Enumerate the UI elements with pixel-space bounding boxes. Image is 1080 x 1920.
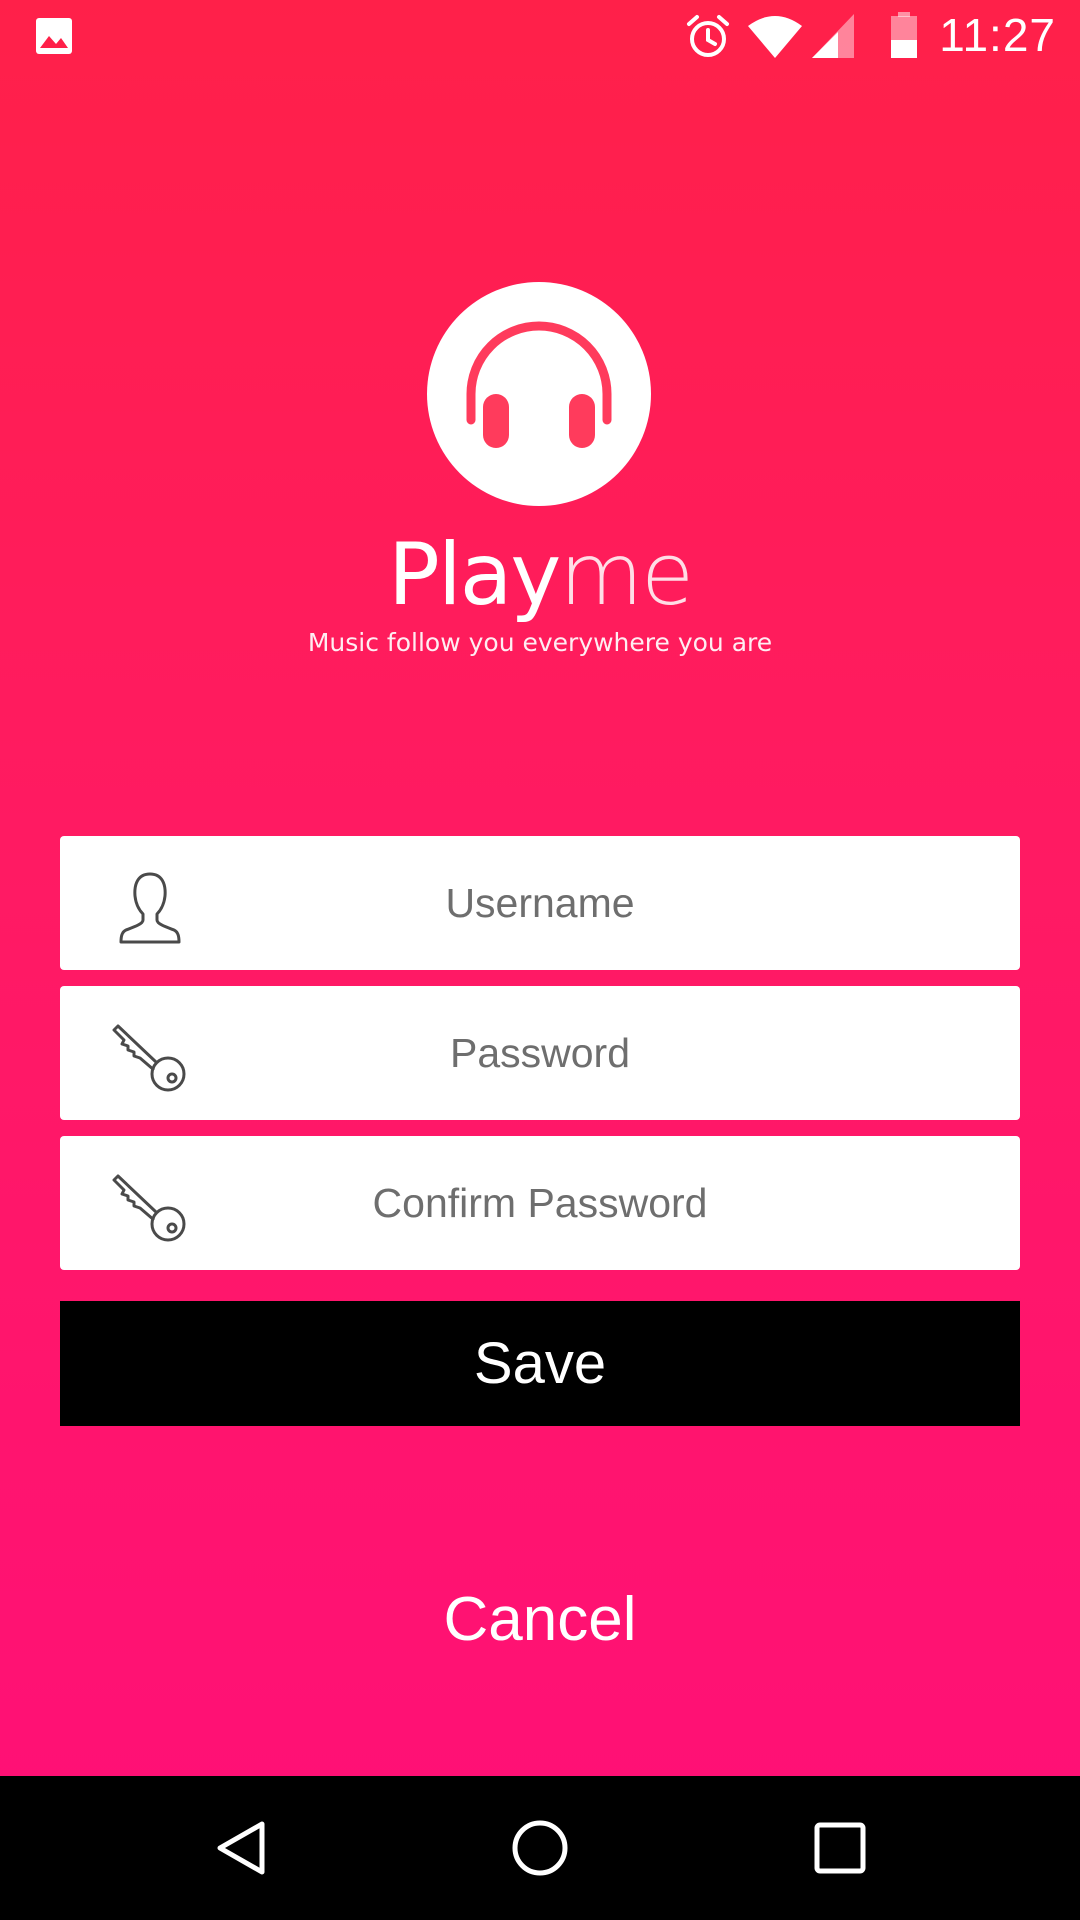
status-bar: 11:27	[0, 0, 1080, 75]
battery-icon	[891, 12, 917, 58]
wifi-icon	[748, 16, 802, 58]
app-name: Playme	[0, 525, 1080, 625]
alarm-icon	[687, 15, 729, 57]
username-field[interactable]: Username	[60, 836, 1020, 970]
recents-icon[interactable]	[812, 1820, 868, 1876]
confirm-password-field[interactable]: Confirm Password	[60, 1136, 1020, 1270]
save-button[interactable]: Save	[60, 1301, 1020, 1426]
app-name-part2: me	[559, 525, 694, 625]
cancel-button[interactable]: Cancel	[340, 1580, 740, 1660]
status-time: 11:27	[939, 9, 1056, 61]
navigation-bar	[0, 1776, 1080, 1920]
cell-signal-icon	[812, 14, 854, 58]
password-placeholder: Password	[449, 1030, 630, 1076]
app-name-part1: Play	[387, 525, 561, 625]
app-tagline: Music follow you everywhere you are	[307, 628, 773, 657]
confirm-password-placeholder: Confirm Password	[372, 1180, 708, 1226]
image-notification-icon	[36, 18, 72, 54]
username-placeholder: Username	[445, 880, 635, 926]
password-field[interactable]: Password	[60, 986, 1020, 1120]
headphones-icon	[466, 321, 612, 448]
home-icon[interactable]	[509, 1817, 571, 1879]
app-logo	[427, 282, 651, 506]
back-icon[interactable]	[212, 1818, 272, 1878]
